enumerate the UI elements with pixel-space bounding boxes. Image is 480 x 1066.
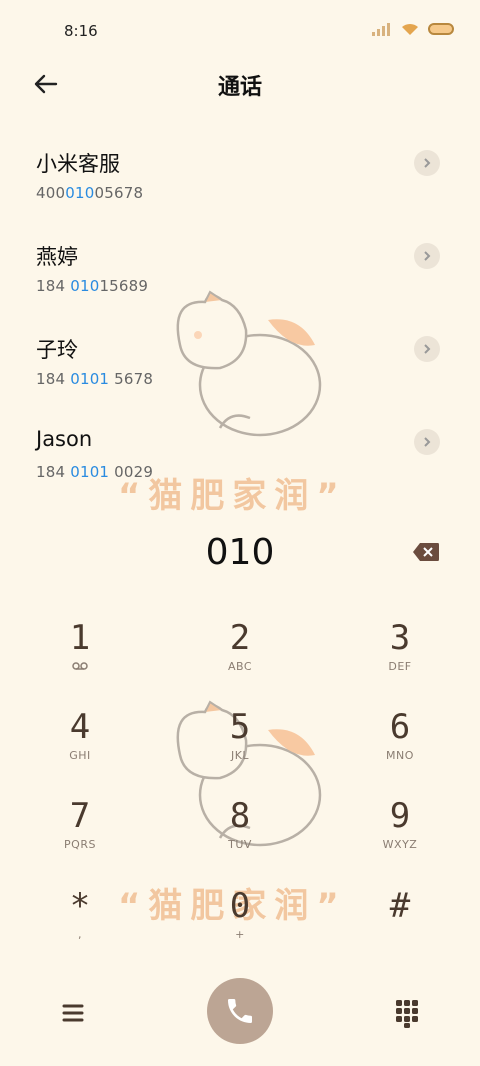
contact-number: 184 0101 0029 (36, 463, 154, 481)
key-star[interactable]: * , (20, 886, 140, 966)
contact-name: 燕婷 (36, 245, 78, 269)
contact-item[interactable]: 小米客服 40001005678 (0, 148, 480, 218)
key-letters: MNO (386, 749, 414, 762)
key-letters: WXYZ (382, 838, 418, 851)
key-digit: 0 (229, 886, 251, 926)
contact-number: 40001005678 (36, 184, 144, 202)
key-0[interactable]: 0 + (180, 886, 300, 966)
status-icons (372, 22, 454, 36)
signal-icon (372, 23, 390, 36)
key-7[interactable]: 7 PQRS (20, 796, 140, 876)
key-8[interactable]: 8 TUV (180, 796, 300, 876)
key-2[interactable]: 2 ABC (180, 618, 300, 698)
key-digit: 2 (229, 618, 251, 658)
key-digit: 5 (229, 707, 251, 747)
header: 通话 (0, 62, 480, 106)
dial-entry: 010 (0, 530, 480, 580)
status-time: 8:16 (64, 22, 98, 40)
dialed-number: 010 (205, 532, 275, 573)
key-3[interactable]: 3 DEF (340, 618, 460, 698)
chevron-right-icon[interactable] (414, 429, 440, 455)
chevron-right-icon[interactable] (414, 243, 440, 269)
contact-name: 小米客服 (36, 152, 120, 176)
contact-item[interactable]: Jason 184 0101 0029 (0, 427, 480, 497)
key-digit: 3 (389, 618, 411, 658)
key-digit: 6 (389, 707, 411, 747)
key-letters: ABC (227, 660, 253, 673)
key-letters: , (78, 928, 82, 941)
key-letters: GHI (69, 749, 91, 762)
key-letters: PQRS (64, 838, 96, 851)
phone-icon (228, 999, 252, 1023)
key-digit: 4 (69, 707, 91, 747)
menu-icon[interactable] (58, 998, 88, 1028)
contact-name: Jason (36, 427, 93, 451)
chevron-right-icon[interactable] (414, 150, 440, 176)
key-letters: + (235, 928, 245, 941)
key-4[interactable]: 4 GHI (20, 707, 140, 787)
key-6[interactable]: 6 MNO (340, 707, 460, 787)
dialpad-icon[interactable] (394, 998, 420, 1028)
call-button[interactable] (207, 978, 273, 1044)
key-letters: JKL (230, 749, 250, 762)
battery-icon (428, 23, 454, 35)
key-digit: 9 (389, 796, 411, 836)
key-digit: * (69, 886, 91, 926)
contact-number: 184 0101 5678 (36, 370, 154, 388)
key-digit: 7 (69, 796, 91, 836)
voicemail-icon (20, 660, 140, 673)
status-bar: 8:16 (0, 0, 480, 62)
page-title: 通话 (217, 75, 262, 100)
key-1[interactable]: 1 (20, 618, 140, 698)
chevron-right-icon[interactable] (414, 336, 440, 362)
key-9[interactable]: 9 WXYZ (340, 796, 460, 876)
key-letters: DEF (388, 660, 412, 673)
key-digit: 8 (229, 796, 251, 836)
key-5[interactable]: 5 JKL (180, 707, 300, 787)
bottom-bar (0, 978, 480, 1048)
key-digit: 1 (69, 618, 91, 658)
contact-item[interactable]: 子玲 184 0101 5678 (0, 334, 480, 404)
contact-item[interactable]: 燕婷 184 01015689 (0, 241, 480, 311)
key-hash[interactable]: # (340, 886, 460, 966)
key-letters: TUV (228, 838, 252, 851)
key-digit: # (389, 886, 411, 926)
contact-number: 184 01015689 (36, 277, 149, 295)
wifi-icon (402, 23, 418, 35)
contact-name: 子玲 (36, 338, 78, 362)
backspace-icon[interactable] (412, 542, 440, 562)
